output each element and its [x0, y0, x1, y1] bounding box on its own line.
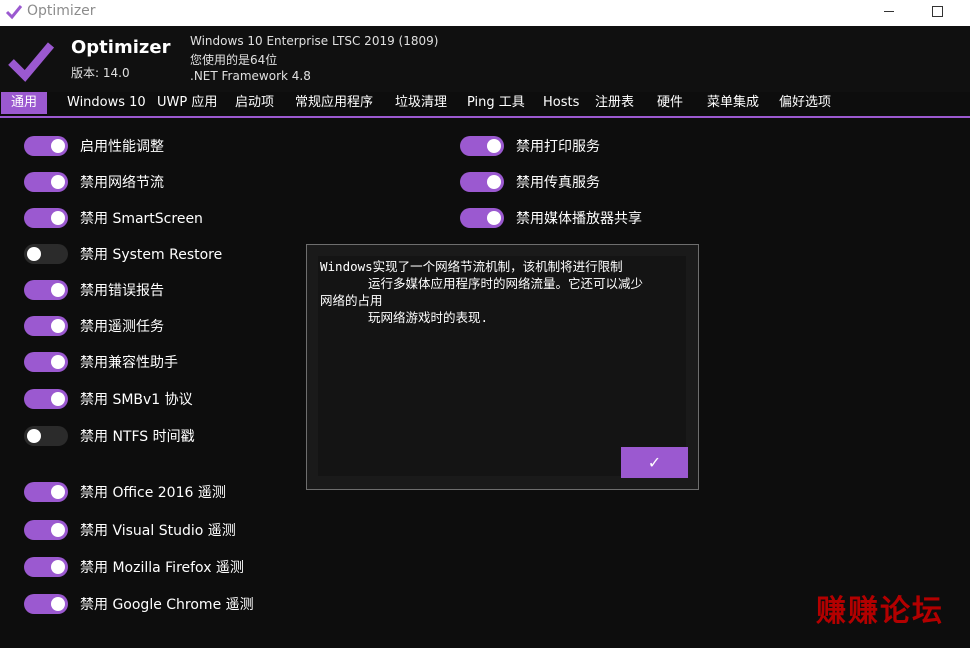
window-title: Optimizer — [27, 3, 96, 19]
os-info: Windows 10 Enterprise LTSC 2019 (1809) — [190, 34, 439, 48]
watermark-text: 赚赚论坛 — [816, 594, 944, 629]
dialog-body: Windows实现了一个网络节流机制，该机制将进行限制 运行多媒体应用程序时的网… — [318, 256, 686, 476]
tab-hosts[interactable]: Hosts — [543, 92, 579, 114]
toggle-label: 禁用 Visual Studio 遥测 — [80, 523, 236, 539]
toggle-switch[interactable] — [24, 482, 68, 502]
tab-common-apps[interactable]: 常规应用程序 — [295, 92, 373, 114]
info-dialog: Windows实现了一个网络节流机制，该机制将进行限制 运行多媒体应用程序时的网… — [306, 244, 699, 490]
maximize-icon — [931, 6, 943, 17]
arch-info: 您使用的是64位 — [190, 53, 278, 67]
tab-registry[interactable]: 注册表 — [595, 92, 634, 114]
title-bar: Optimizer — [0, 0, 970, 26]
toggle-label: 禁用 NTFS 时间戳 — [80, 429, 195, 445]
app-name: Optimizer — [71, 37, 171, 58]
toggle-switch[interactable] — [24, 352, 68, 372]
toggle-switch[interactable] — [24, 172, 68, 192]
toggle-knob — [51, 355, 65, 369]
toggle-knob — [51, 485, 65, 499]
toggle-switch[interactable] — [460, 172, 504, 192]
toggle-label: 禁用错误报告 — [80, 283, 164, 299]
tab-uwp[interactable]: UWP 应用 — [157, 92, 217, 114]
toggle-knob — [51, 560, 65, 574]
toggle-switch[interactable] — [24, 557, 68, 577]
toggle-label: 禁用 SMBv1 协议 — [80, 392, 193, 408]
toggle-knob — [27, 429, 41, 443]
tab-cleaner[interactable]: 垃圾清理 — [395, 92, 447, 114]
tab-bar: 通用 Windows 10 UWP 应用 启动项 常规应用程序 垃圾清理 Pin… — [0, 92, 970, 118]
toggle-switch[interactable] — [24, 520, 68, 540]
ok-button[interactable]: ✓ — [621, 447, 688, 478]
toggle-knob — [51, 523, 65, 537]
tab-ping[interactable]: Ping 工具 — [467, 92, 525, 114]
toggle-switch[interactable] — [24, 426, 68, 446]
dialog-line: 运行多媒体应用程序时的网络流量。它还可以减少 — [368, 276, 644, 291]
toggle-knob — [51, 175, 65, 189]
toggle-knob — [487, 211, 501, 225]
framework-info: .NET Framework 4.8 — [190, 69, 311, 83]
toggle-label: 禁用遥测任务 — [80, 319, 164, 335]
toggle-switch[interactable] — [24, 244, 68, 264]
toggle-label: 禁用 Office 2016 遥测 — [80, 485, 226, 501]
toggle-label: 禁用传真服务 — [516, 175, 600, 191]
toggle-switch[interactable] — [24, 316, 68, 336]
toggle-label: 禁用媒体播放器共享 — [516, 211, 642, 227]
toggle-switch[interactable] — [24, 594, 68, 614]
toggle-knob — [51, 283, 65, 297]
toggle-label: 禁用 Google Chrome 遥测 — [80, 597, 254, 613]
minimize-button[interactable] — [866, 0, 912, 26]
toggle-knob — [27, 247, 41, 261]
app-header: Optimizer 版本: 14.0 Windows 10 Enterprise… — [0, 26, 970, 92]
toggle-label: 启用性能调整 — [80, 139, 164, 155]
toggle-label: 禁用兼容性助手 — [80, 355, 178, 371]
maximize-button[interactable] — [914, 0, 960, 26]
toggle-switch[interactable] — [24, 136, 68, 156]
toggle-label: 禁用 Mozilla Firefox 遥测 — [80, 560, 244, 576]
tab-startup[interactable]: 启动项 — [235, 92, 274, 114]
toggle-switch[interactable] — [24, 389, 68, 409]
minimize-icon — [884, 11, 894, 12]
toggle-knob — [487, 175, 501, 189]
toggle-switch[interactable] — [24, 208, 68, 228]
dialog-message: Windows实现了一个网络节流机制，该机制将进行限制 运行多媒体应用程序时的网… — [320, 258, 684, 326]
toggle-label: 禁用 System Restore — [80, 247, 223, 263]
tab-hardware[interactable]: 硬件 — [657, 92, 683, 114]
app-version: 版本: 14.0 — [71, 66, 130, 80]
toggle-knob — [51, 319, 65, 333]
checkmark-icon — [8, 42, 54, 82]
toggle-label: 禁用网络节流 — [80, 175, 164, 191]
dialog-line: 网络的占用 — [320, 293, 383, 308]
toggle-knob — [51, 139, 65, 153]
toggle-knob — [51, 392, 65, 406]
toggle-knob — [487, 139, 501, 153]
checkmark-icon — [5, 5, 23, 20]
dialog-line: 玩网络游戏时的表现. — [368, 310, 489, 325]
dialog-line: Windows实现了一个网络节流机制，该机制将进行限制 — [320, 259, 623, 274]
tab-windows10[interactable]: Windows 10 — [67, 92, 146, 114]
tab-preferences[interactable]: 偏好选项 — [779, 92, 831, 114]
toggle-switch[interactable] — [460, 136, 504, 156]
toggle-label: 禁用 SmartScreen — [80, 211, 203, 227]
toggle-knob — [51, 211, 65, 225]
toggle-switch[interactable] — [460, 208, 504, 228]
toggle-knob — [51, 597, 65, 611]
toggle-switch[interactable] — [24, 280, 68, 300]
tab-general[interactable]: 通用 — [1, 92, 48, 114]
toggle-label: 禁用打印服务 — [516, 139, 600, 155]
tab-menu-integration[interactable]: 菜单集成 — [707, 92, 759, 114]
